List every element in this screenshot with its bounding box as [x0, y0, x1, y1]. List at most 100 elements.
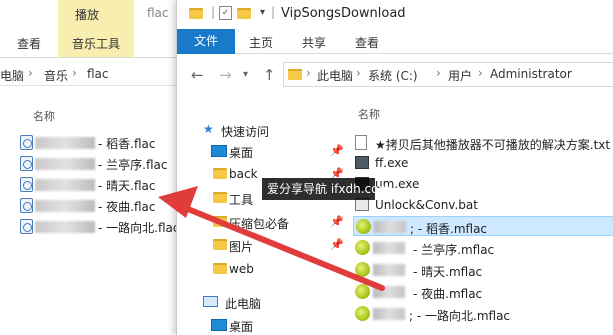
- nav-label: 桌面: [229, 146, 254, 160]
- tab-share[interactable]: 共享: [302, 34, 326, 51]
- pin-icon[interactable]: 📌: [330, 144, 344, 157]
- file-name: ff.exe: [375, 156, 409, 170]
- breadcrumb-this-pc[interactable]: 此电脑: [317, 67, 353, 84]
- mflac-file-icon: [356, 219, 371, 234]
- address-bar[interactable]: 电脑 › 音乐 › flac: [0, 64, 200, 86]
- forward-arrow-icon[interactable]: →: [219, 66, 232, 84]
- tab-home[interactable]: 主页: [249, 34, 273, 51]
- column-header-name[interactable]: 名称: [358, 106, 380, 122]
- file-name: ; - 一路向北.mflac: [409, 309, 511, 323]
- address-bar[interactable]: › 此电脑 › 系统 (C:) › 用户 › Administrator: [283, 62, 613, 87]
- file-item[interactable]: - 兰亭序.flac: [20, 155, 195, 173]
- explorer-window-flac: 播放 flac 查看 音乐工具 电脑 › 音乐 › flac 名称 - 稻香.f…: [0, 0, 200, 335]
- file-name: ; - 稻香.mflac: [410, 222, 488, 236]
- tab-music-tools[interactable]: 音乐工具: [72, 35, 120, 52]
- redacted-text: [35, 137, 95, 149]
- navigation-bar: ← → ▾ ↑ › 此电脑 › 系统 (C:) › 用户 › Administr…: [177, 60, 613, 90]
- quick-access-dropdown-icon[interactable]: ▾: [260, 7, 265, 18]
- pin-icon[interactable]: 📌: [330, 238, 344, 251]
- redacted-text: [35, 179, 95, 191]
- audio-file-icon: [20, 135, 33, 150]
- file-item[interactable]: - 一路向北.flac: [20, 218, 195, 236]
- folder-icon: [213, 192, 227, 203]
- nav-label: 压缩包必备: [229, 217, 290, 231]
- mflac-file-icon: [355, 284, 370, 299]
- nav-item-pictures[interactable]: 图片 📌: [199, 235, 344, 255]
- chevron-right-icon: ›: [72, 66, 77, 80]
- nav-quick-access[interactable]: ★ 快速访问: [203, 122, 343, 140]
- mflac-file-icon: [355, 240, 370, 255]
- file-name: - 兰亭序.mflac: [413, 243, 495, 257]
- nav-label: 桌面: [229, 320, 254, 334]
- file-name: Unlock&Conv.bat: [375, 198, 478, 212]
- file-name: ★拷贝后其他播放器不可播放的解决方案.txt: [375, 138, 611, 152]
- redacted-text: [373, 308, 405, 320]
- tab-file[interactable]: 文件: [177, 29, 235, 54]
- ribbon-tabs: 文件 主页 共享 查看: [177, 29, 613, 54]
- divider: |: [271, 5, 276, 19]
- recent-dropdown-icon[interactable]: ▾: [243, 69, 248, 80]
- chevron-right-icon: ›: [478, 66, 483, 80]
- nav-item-pc-desktop[interactable]: 桌面: [199, 315, 344, 335]
- breadcrumb-system-c[interactable]: 系统 (C:): [368, 67, 418, 84]
- up-arrow-icon[interactable]: ↑: [263, 66, 276, 84]
- file-item[interactable]: - 夜曲.mflac: [353, 282, 613, 302]
- folder-icon: [213, 168, 227, 179]
- chevron-right-icon: ›: [436, 66, 441, 80]
- redacted-text: [373, 264, 405, 276]
- tab-view[interactable]: 查看: [17, 35, 41, 52]
- text-file-icon: [355, 135, 367, 150]
- folder-icon: [213, 263, 227, 274]
- star-icon: ★: [203, 122, 214, 136]
- properties-icon[interactable]: ✓: [219, 6, 232, 20]
- folder-icon: [288, 69, 302, 80]
- column-header-name[interactable]: 名称: [33, 108, 55, 124]
- pin-icon[interactable]: 📌: [330, 215, 344, 228]
- tab-view[interactable]: 查看: [355, 34, 379, 51]
- redacted-text: [374, 221, 406, 233]
- file-name: - 晴天.mflac: [413, 265, 483, 279]
- file-item[interactable]: ; - 一路向北.mflac: [353, 304, 613, 324]
- chevron-right-icon: ›: [356, 66, 361, 80]
- file-name: - 一路向北.flac: [98, 221, 180, 235]
- redacted-text: [373, 242, 405, 254]
- nav-this-pc[interactable]: 此电脑: [203, 294, 343, 312]
- back-arrow-icon[interactable]: ←: [191, 66, 204, 84]
- file-item[interactable]: ff.exe: [353, 153, 613, 173]
- desktop-icon: [211, 319, 227, 331]
- file-name: - 兰亭序.flac: [98, 158, 168, 172]
- breadcrumb-music[interactable]: 音乐: [44, 67, 68, 84]
- nav-item-desktop[interactable]: 桌面 📌: [199, 141, 344, 161]
- nav-label: 工具: [229, 193, 254, 207]
- nav-label: back: [229, 167, 258, 181]
- file-item[interactable]: Unlock&Conv.bat: [353, 195, 613, 215]
- file-item[interactable]: - 晴天.flac: [20, 176, 195, 194]
- breadcrumb-users[interactable]: 用户: [448, 67, 472, 84]
- file-item[interactable]: ★拷贝后其他播放器不可播放的解决方案.txt: [353, 133, 613, 153]
- file-item[interactable]: - 夜曲.flac: [20, 197, 195, 215]
- file-item[interactable]: um.exe: [353, 174, 613, 194]
- computer-icon: [203, 296, 218, 307]
- nav-item-archives[interactable]: 压缩包必备 📌: [199, 212, 344, 232]
- desktop-icon: [211, 145, 227, 157]
- audio-file-icon: [20, 198, 33, 213]
- file-item[interactable]: - 兰亭序.mflac: [353, 238, 613, 258]
- title-bar: | ✓ ▾ | VipSongsDownload: [177, 0, 613, 29]
- breadcrumb-pc[interactable]: 电脑: [0, 67, 24, 84]
- nav-label: 此电脑: [225, 297, 262, 311]
- breadcrumb-administrator[interactable]: Administrator: [490, 67, 572, 81]
- file-item-selected[interactable]: ; - 稻香.mflac: [353, 216, 613, 236]
- chevron-right-icon: ›: [306, 66, 311, 80]
- new-folder-icon[interactable]: [237, 8, 251, 19]
- exe-file-icon: [355, 156, 369, 169]
- folder-icon: [213, 239, 227, 250]
- audio-file-icon: [20, 177, 33, 192]
- file-name: - 夜曲.mflac: [413, 287, 483, 301]
- tab-play[interactable]: 播放: [75, 6, 99, 23]
- folder-icon: [213, 216, 227, 227]
- nav-item-web[interactable]: web: [199, 259, 344, 279]
- file-item[interactable]: - 晴天.mflac: [353, 260, 613, 280]
- ribbon-divider: [0, 57, 200, 58]
- file-item[interactable]: - 稻香.flac: [20, 134, 195, 152]
- breadcrumb-flac[interactable]: flac: [87, 67, 109, 81]
